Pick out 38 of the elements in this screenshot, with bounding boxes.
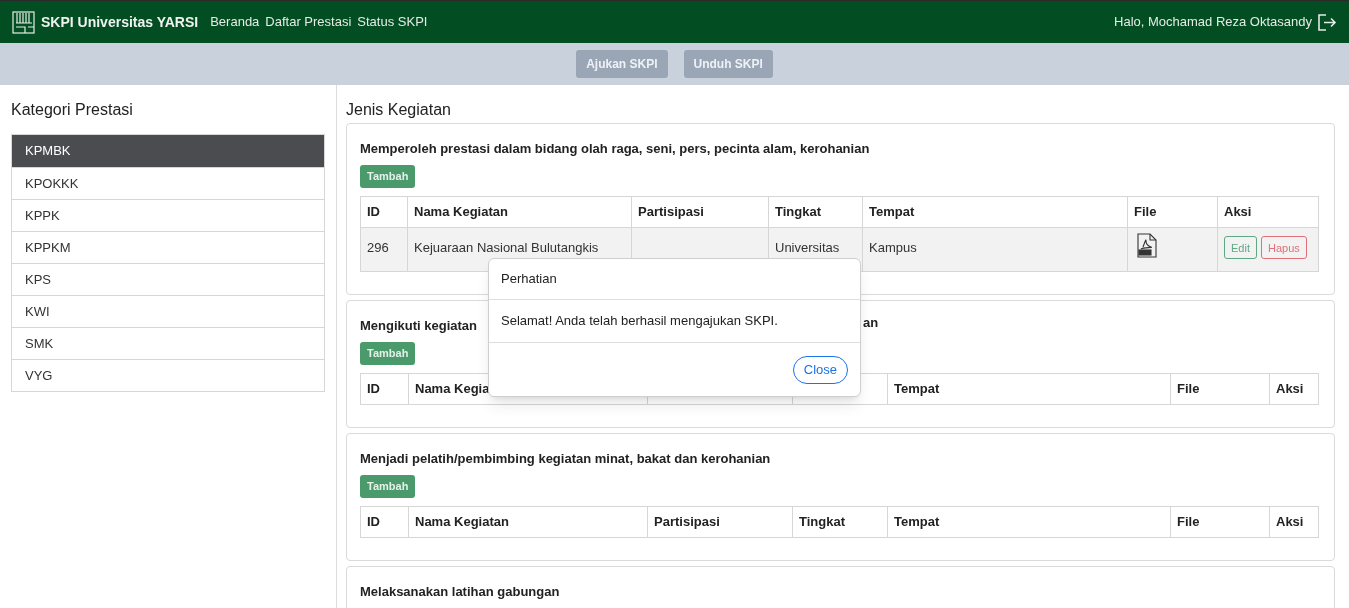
category-item[interactable]: KPMBK [12, 135, 324, 167]
section-title: an [863, 314, 879, 332]
column-header: Aksi [1217, 196, 1319, 228]
column-header: Partisipasi [647, 506, 793, 538]
table-cell: Kampus [862, 227, 1128, 272]
logo-icon[interactable] [12, 10, 35, 34]
column-header: Nama Kegiatan [407, 196, 632, 228]
column-header: File [1170, 373, 1270, 405]
section-title: Memperoleh prestasi dalam bidang olah raga, seni, pers, pecinta alam, kerohanian [360, 141, 870, 156]
nav-link[interactable]: Daftar Prestasi [265, 12, 352, 32]
dialog-message: Selamat! Anda telah berhasil mengajukan SKPI. [501, 312, 778, 331]
column-header: ID [360, 196, 408, 228]
column-header: Aksi [1269, 506, 1319, 538]
column-header: Nama Kegiatan [408, 506, 648, 538]
user-greeting: Halo, Mochamad Reza Oktasandy [1114, 13, 1312, 32]
logout-icon[interactable] [1318, 13, 1337, 31]
nav-link[interactable]: Beranda [210, 12, 260, 32]
column-header: ID [360, 506, 409, 538]
brand-link[interactable]: SKPI Universitas YARSI [41, 11, 199, 33]
dialog-title: Perhatian [501, 270, 557, 289]
column-header: Tingkat [792, 506, 888, 538]
pdf-file-icon[interactable] [1136, 233, 1158, 258]
column-header: Partisipasi [631, 196, 769, 228]
column-header: Tempat [887, 506, 1171, 538]
column-header: File [1127, 196, 1218, 228]
section-title: Mengikuti kegiatan [360, 318, 478, 333]
column-header: Aksi [1269, 373, 1319, 405]
section-title: Melaksanakan latihan gabungan [360, 584, 560, 599]
column-header: File [1170, 506, 1270, 538]
section-title: Menjadi pelatih/pembimbing kegiatan minat, bakat dan kerohanian [360, 451, 771, 466]
column-header: Tingkat [768, 196, 863, 228]
column-header: ID [360, 373, 409, 405]
column-header: Tempat [887, 373, 1171, 405]
column-header: Tempat [862, 196, 1128, 228]
sidebar-title: Kategori Prestasi [11, 100, 134, 120]
main-title: Jenis Kegiatan [346, 100, 452, 120]
table-cell: 296 [360, 227, 408, 272]
nav-link[interactable]: Status SKPI [357, 12, 428, 32]
